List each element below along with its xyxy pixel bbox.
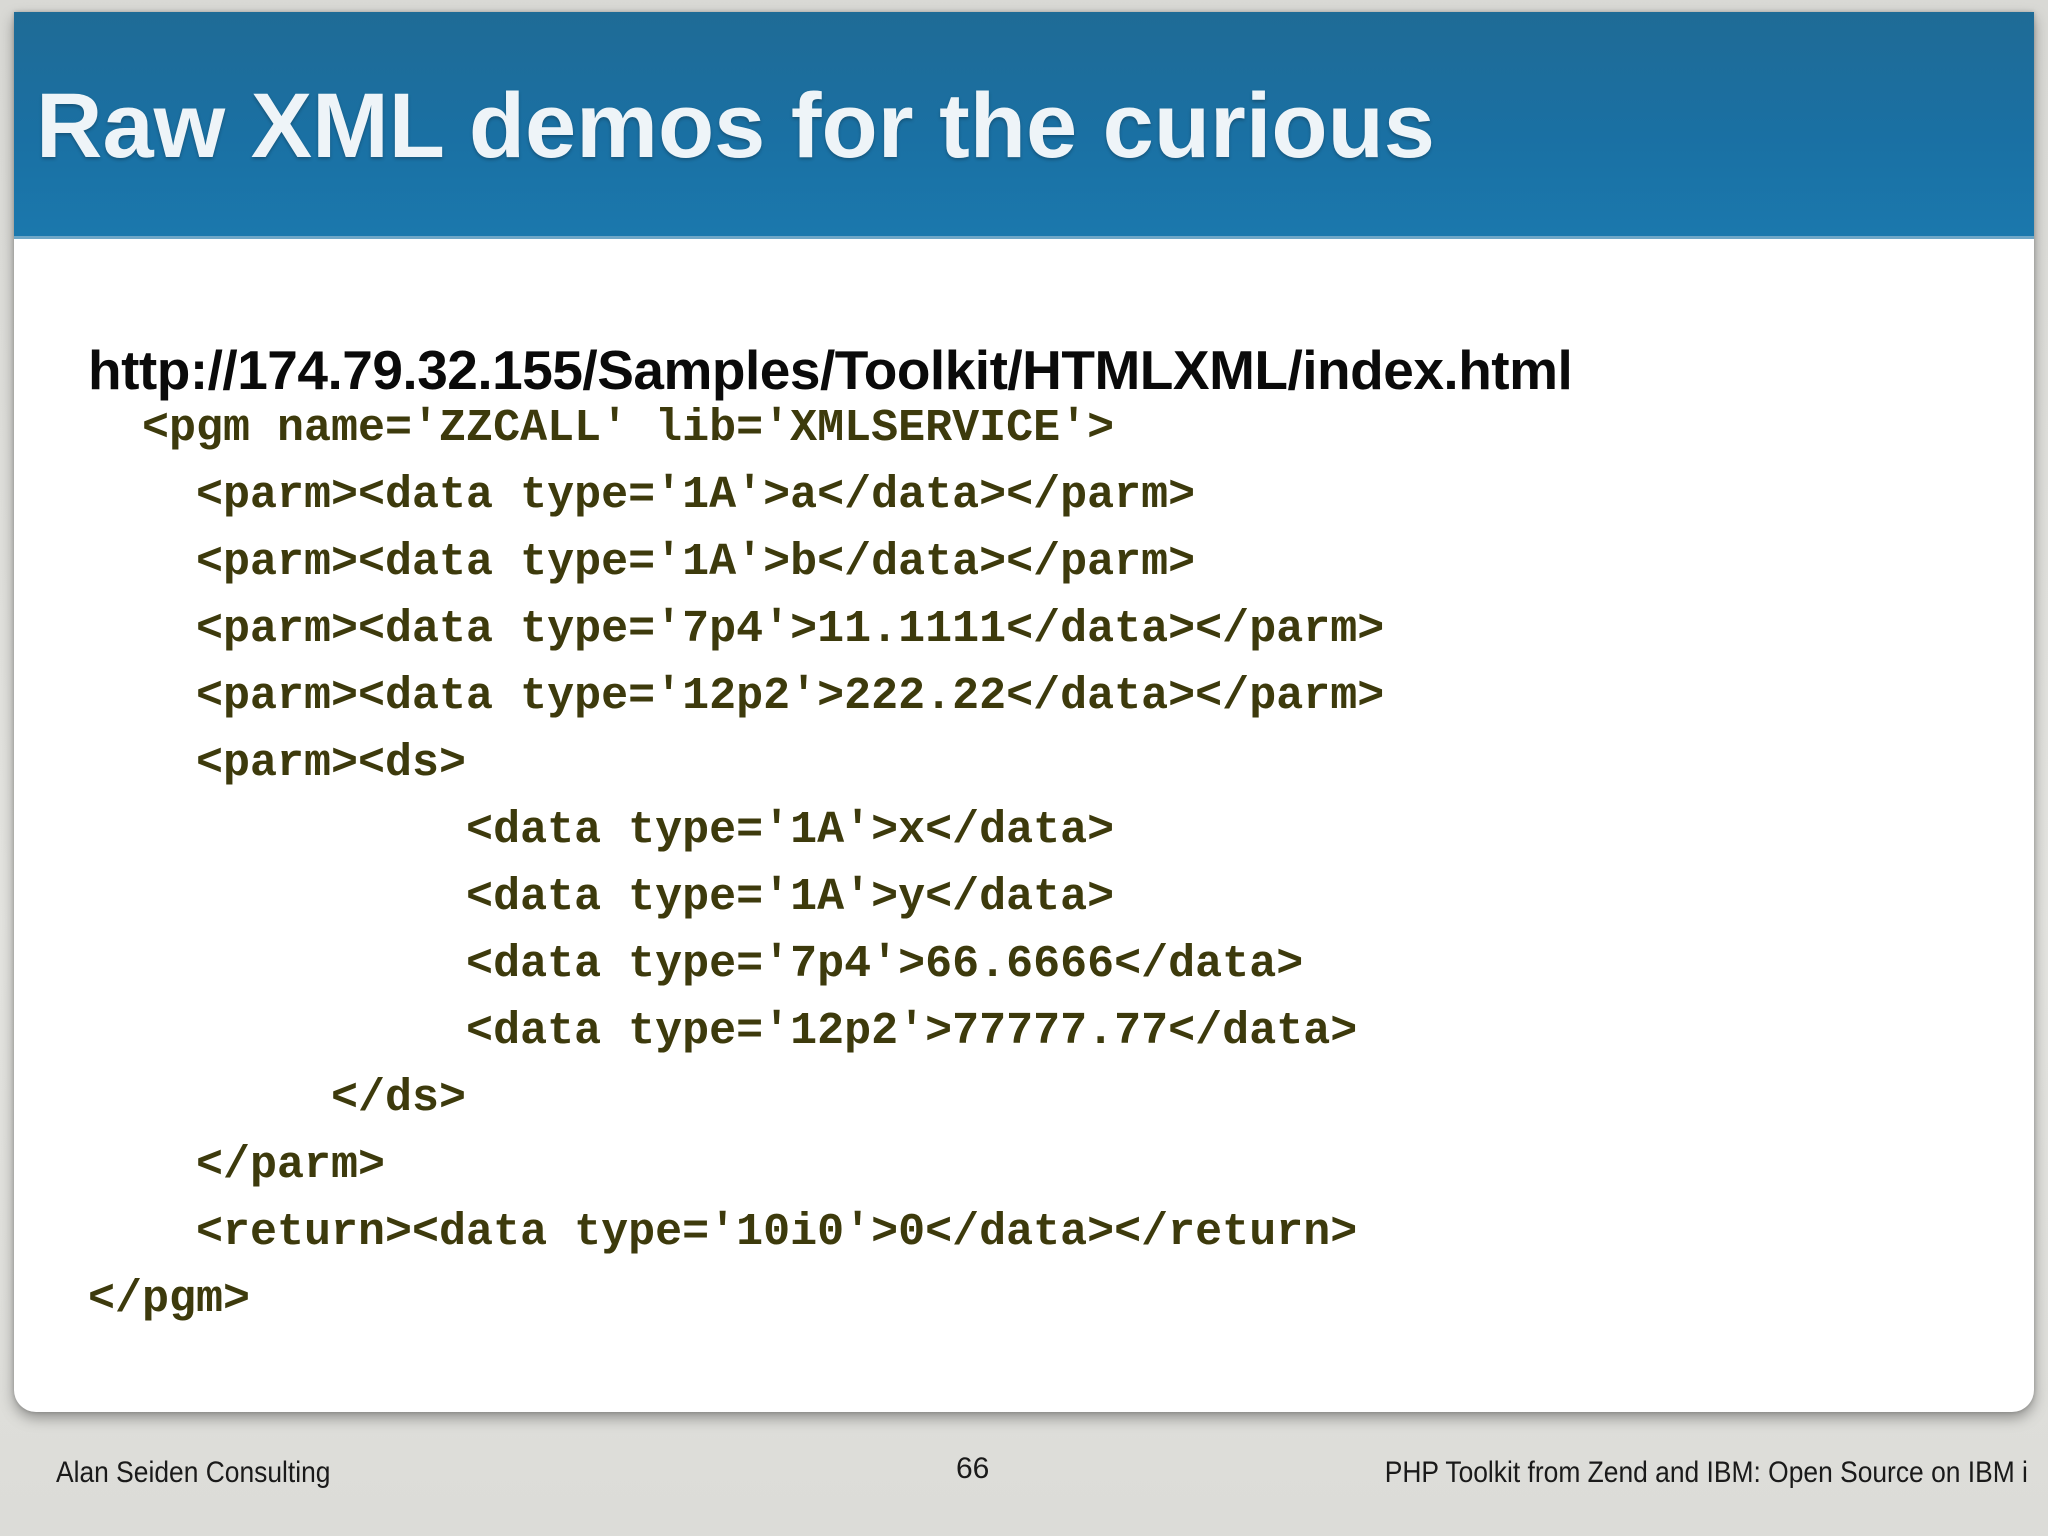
- slide-title: Raw XML demos for the curious: [36, 75, 1435, 177]
- code-line: <pgm name='ZZCALL' lib='XMLSERVICE'>: [88, 403, 1115, 454]
- code-line: <parm><data type='7p4'>11.1111</data></p…: [88, 604, 1385, 655]
- code-line: </parm>: [88, 1140, 386, 1191]
- code-line: <parm><data type='12p2'>222.22</data></p…: [88, 671, 1385, 722]
- code-line: <data type='7p4'>66.6666</data>: [88, 939, 1304, 990]
- slide: Raw XML demos for the curious http://174…: [14, 12, 2034, 1412]
- code-line: </ds>: [88, 1073, 467, 1124]
- code-line: <parm><data type='1A'>b</data></parm>: [88, 537, 1196, 588]
- code-line: <return><data type='10i0'>0</data></retu…: [88, 1207, 1358, 1258]
- code-line: <data type='12p2'>77777.77</data>: [88, 1006, 1358, 1057]
- demo-url: http://174.79.32.155/Samples/Toolkit/HTM…: [88, 339, 1573, 401]
- code-line: <parm><ds>: [88, 738, 467, 789]
- title-bar: Raw XML demos for the curious: [14, 12, 2034, 239]
- code-line: </pgm>: [88, 1274, 251, 1325]
- code-line: <parm><data type='1A'>a</data></parm>: [88, 470, 1196, 521]
- code-line: <data type='1A'>x</data>: [88, 805, 1115, 856]
- footer-author: Alan Seiden Consulting: [56, 1456, 331, 1489]
- page-number: 66: [956, 1452, 990, 1485]
- footer-presentation-title: PHP Toolkit from Zend and IBM: Open Sour…: [1384, 1456, 2028, 1489]
- code-line: <data type='1A'>y</data>: [88, 872, 1115, 923]
